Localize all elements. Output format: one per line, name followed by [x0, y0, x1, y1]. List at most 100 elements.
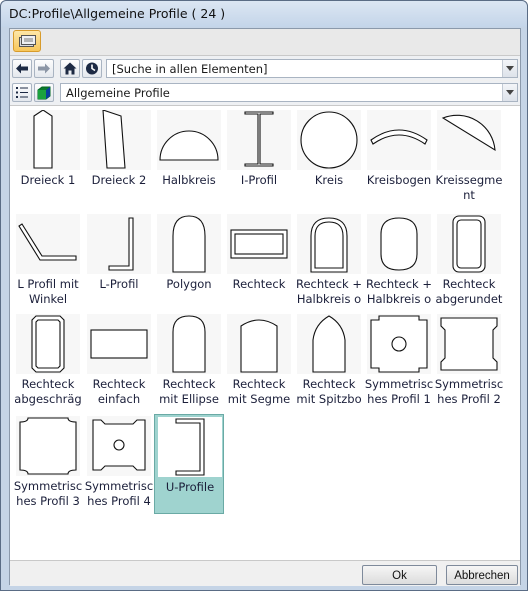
cancel-button[interactable]: Abbrechen — [446, 565, 518, 585]
forward-button[interactable] — [34, 59, 54, 78]
title-bar[interactable]: DC:Profile\Allgemeine Profile ( 24 ) — [1, 1, 527, 27]
profile-item[interactable]: Kreis — [294, 108, 364, 208]
profile-item[interactable]: Symmetrisc hes Profil 3 — [13, 414, 83, 514]
profile-item[interactable]: Rechteck mit Ellipse — [154, 312, 224, 412]
profile-thumbnail — [437, 214, 501, 274]
profile-item[interactable]: Rechteck + Halbkreis o — [364, 212, 434, 312]
profile-item-label: Symmetrisc hes Profil 2 — [434, 377, 504, 406]
profile-thumbnail — [87, 314, 151, 374]
navigation-bar: [Suche in allen Elementen] — [10, 56, 520, 80]
home-button[interactable] — [60, 59, 80, 78]
sym3-shape-icon — [19, 417, 77, 475]
profile-item-label: Rechteck abgerundet — [435, 277, 503, 306]
history-button[interactable] — [82, 59, 102, 78]
window-title: DC:Profile\Allgemeine Profile ( 24 ) — [9, 6, 226, 21]
profile-item-label: Halbkreis — [162, 173, 216, 187]
profile-item[interactable]: Rechteck — [224, 212, 294, 312]
iprofil-shape-icon — [244, 111, 274, 167]
list-view-icon — [16, 87, 28, 98]
lprofil-shape-icon — [108, 217, 134, 271]
profile-thumbnail — [227, 110, 291, 170]
profile-item[interactable]: Halbkreis — [154, 108, 224, 208]
profile-item-label: Kreisbogen — [366, 173, 432, 187]
profile-item[interactable]: U-Profile — [154, 414, 224, 514]
profile-item[interactable]: Kreissegme nt — [434, 108, 504, 208]
top-toolbar — [10, 29, 520, 56]
profile-item[interactable]: Rechteck abgerundet — [434, 212, 504, 312]
profile-item-label: Rechteck — [232, 277, 286, 291]
profile-thumbnail — [297, 314, 361, 374]
rh2-shape-icon — [380, 217, 418, 271]
profile-item-label: Rechteck mit Ellipse — [159, 377, 219, 406]
profile-item[interactable]: L-Profil — [84, 212, 154, 312]
profile-thumbnail — [16, 416, 80, 476]
profile-item[interactable]: Kreisbogen — [364, 108, 434, 208]
profile-item-label: Symmetrisc hes Profil 3 — [13, 479, 83, 508]
lwinkel-shape-icon — [18, 223, 77, 261]
rechteck-shape-icon — [230, 229, 288, 259]
sym1-shape-icon — [370, 315, 428, 373]
profile-item-label: L Profil mit Winkel — [17, 277, 79, 306]
sym4-shape-icon — [92, 419, 146, 471]
search-input[interactable]: [Suche in allen Elementen] — [106, 59, 518, 78]
profile-thumbnail — [16, 314, 80, 374]
category-dropdown-button[interactable] — [502, 84, 517, 101]
profile-item[interactable]: I-Profil — [224, 108, 294, 208]
profile-item-label: Dreieck 1 — [20, 173, 76, 187]
profile-item[interactable]: Polygon — [154, 212, 224, 312]
profile-item[interactable]: Dreieck 2 — [84, 108, 154, 208]
list-view-button[interactable] — [12, 83, 32, 102]
dialog-window: DC:Profile\Allgemeine Profile ( 24 ) [Su… — [0, 0, 528, 591]
arrow-right-icon — [38, 63, 50, 74]
profile-item-label: Symmetrisc hes Profil 4 — [84, 479, 154, 508]
profile-item[interactable]: Symmetrisc hes Profil 1 — [364, 312, 434, 412]
profile-thumbnail — [227, 214, 291, 274]
ok-button[interactable]: Ok — [362, 565, 437, 585]
profile-item-label: Kreis — [314, 173, 344, 187]
profile-item[interactable]: Rechteck abgeschräg — [13, 312, 83, 412]
profile-grid: Dreieck 1 Dreieck 2 Halbkreis I-Profil Kreis… — [10, 106, 520, 560]
profile-item-label: Rechteck + Halbkreis o — [295, 277, 363, 306]
polygon-shape-icon — [172, 215, 206, 273]
folder-open-button[interactable] — [13, 30, 41, 52]
category-select-value: Allgemeine Profile — [66, 86, 170, 100]
profile-item[interactable]: Rechteck mit Spitzbo — [294, 312, 364, 412]
segment-shape-icon — [240, 319, 278, 373]
profile-item[interactable]: Symmetrisc hes Profil 2 — [434, 312, 504, 412]
profile-item-label: Rechteck einfach — [92, 377, 146, 406]
profile-item-label: L-Profil — [99, 277, 139, 291]
cube-view-button[interactable] — [34, 83, 54, 102]
chevron-down-icon — [506, 90, 514, 95]
profile-thumbnail — [297, 110, 361, 170]
cube-icon — [37, 86, 51, 100]
profile-thumbnail — [157, 110, 221, 170]
dialog-body: [Suche in allen Elementen] Allgemeine Pr… — [9, 28, 521, 586]
profile-item-label: Rechteck + Halbkreis o — [365, 277, 433, 306]
profile-thumbnail — [157, 214, 221, 274]
kreis-shape-icon — [300, 111, 358, 169]
profile-thumbnail — [437, 110, 501, 170]
profile-thumbnail — [367, 314, 431, 374]
profile-item-label: U-Profile — [165, 480, 215, 494]
profile-thumbnail — [158, 417, 222, 477]
einfach-shape-icon — [90, 329, 148, 359]
profile-item[interactable]: L Profil mit Winkel — [13, 212, 83, 312]
profile-item-label: Polygon — [166, 277, 212, 291]
profile-thumbnail — [367, 110, 431, 170]
profile-item[interactable]: Rechteck + Halbkreis o — [294, 212, 364, 312]
profile-item[interactable]: Rechteck mit Segme — [224, 312, 294, 412]
category-select[interactable]: Allgemeine Profile — [60, 83, 518, 102]
profile-thumbnail — [87, 110, 151, 170]
button-bar: Ok Abbrechen — [10, 560, 520, 586]
profile-item[interactable]: Symmetrisc hes Profil 4 — [84, 414, 154, 514]
search-dropdown-button[interactable] — [502, 60, 517, 77]
profile-item[interactable]: Rechteck einfach — [84, 312, 154, 412]
kreisbogen-shape-icon — [370, 129, 428, 145]
profile-item[interactable]: Dreieck 1 — [13, 108, 83, 208]
abgeschraegt-shape-icon — [31, 315, 65, 373]
profile-item-label: Rechteck mit Segme — [227, 377, 291, 406]
profile-item-label: Rechteck mit Spitzbo — [296, 377, 362, 406]
profile-item-label: Symmetrisc hes Profil 1 — [364, 377, 434, 406]
back-button[interactable] — [12, 59, 32, 78]
abgerundet-shape-icon — [452, 215, 486, 273]
